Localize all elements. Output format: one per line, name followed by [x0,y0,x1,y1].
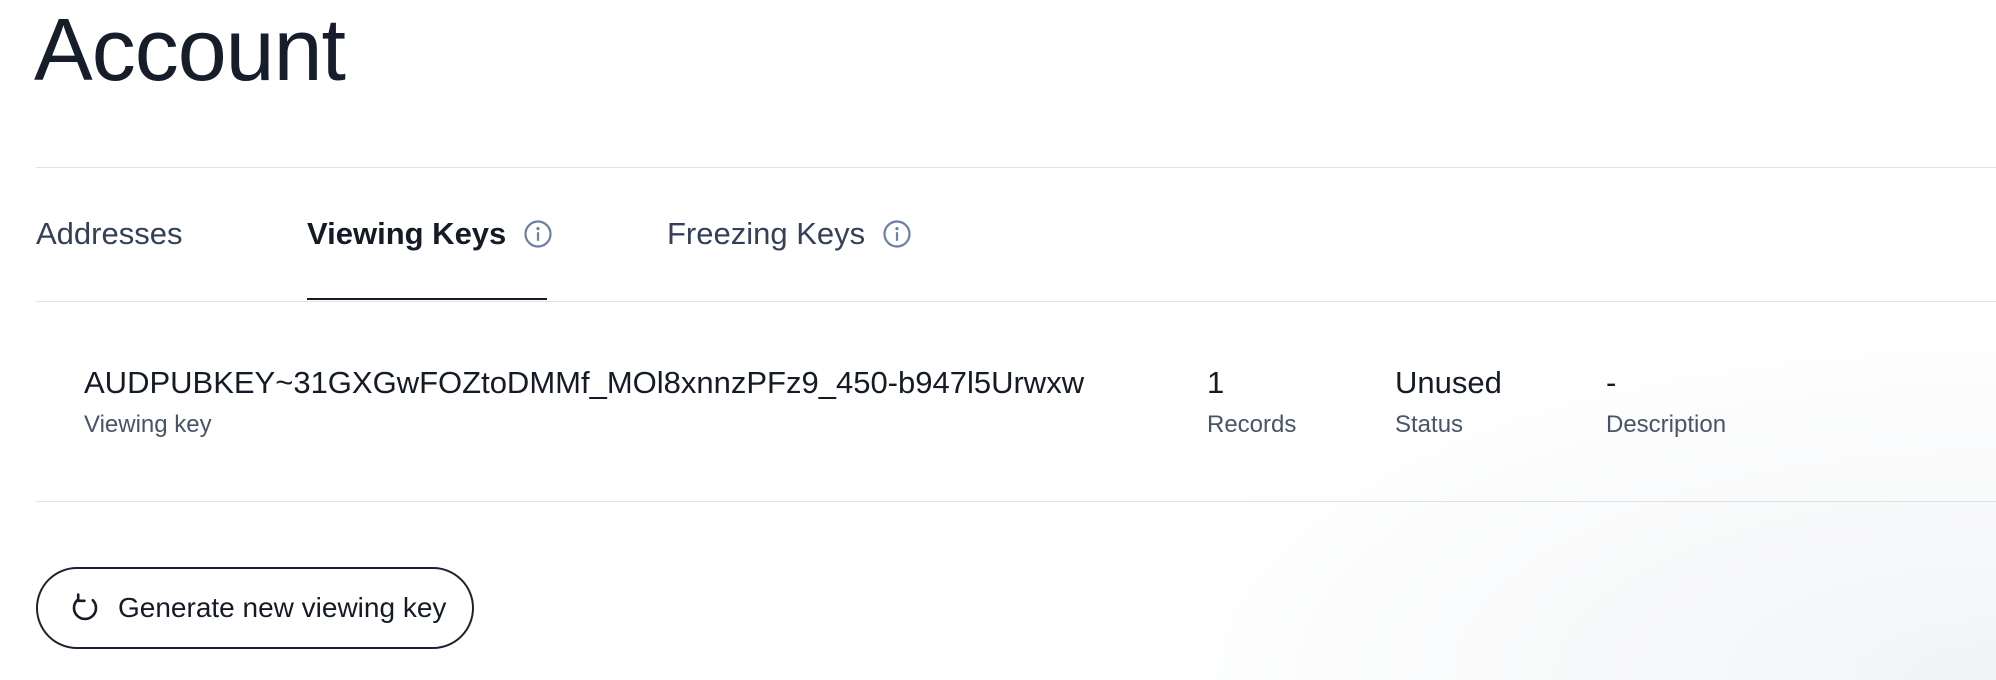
info-icon[interactable] [882,219,912,249]
description-label: Description [1606,411,1727,438]
description-value: - [1606,365,1617,400]
viewing-key-cell: AUDPUBKEY~31GXGwFOZtoDMMf_MOl8xnnzPFz9_4… [84,356,1084,440]
tab-bar: Addresses Viewing Keys Freezing Keys [36,168,1996,301]
viewing-key-row: AUDPUBKEY~31GXGwFOZtoDMMf_MOl8xnnzPFz9_4… [84,356,1996,456]
divider [36,301,1996,302]
info-icon[interactable] [523,219,553,249]
divider [36,501,1996,502]
status-value: Unused [1395,365,1502,400]
status-cell: Unused Status [1395,356,1502,440]
generate-button-label: Generate new viewing key [118,592,447,623]
records-label: Records [1207,411,1297,438]
tab-label: Addresses [36,216,183,251]
generate-viewing-key-button[interactable]: Generate new viewing key [36,567,474,649]
status-label: Status [1395,411,1464,438]
viewing-key-label: Viewing key [84,411,212,438]
records-value: 1 [1207,365,1225,400]
tab-viewing-keys[interactable]: Viewing Keys [307,168,552,300]
viewing-key-value[interactable]: AUDPUBKEY~31GXGwFOZtoDMMf_MOl8xnnzPFz9_4… [84,356,1084,410]
description-cell: - Description [1606,356,1726,440]
tab-label: Viewing Keys [307,216,507,251]
page-title: Account [34,0,346,99]
refresh-icon [68,591,102,625]
tab-freezing-keys[interactable]: Freezing Keys [667,168,912,300]
records-cell: 1 Records [1207,356,1296,440]
tab-addresses[interactable]: Addresses [36,168,182,300]
tab-label: Freezing Keys [667,216,866,251]
